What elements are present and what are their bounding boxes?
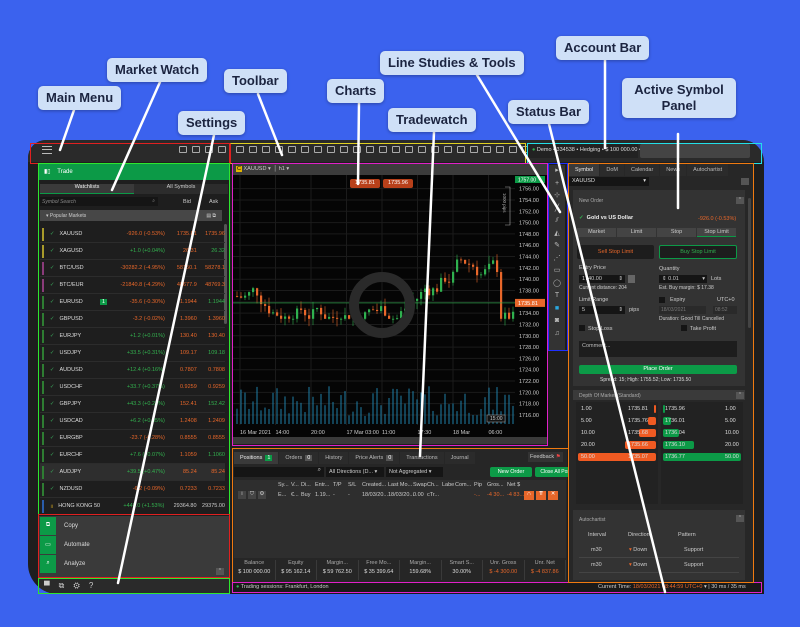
label-tradewatch: Tradewatch (388, 108, 476, 132)
label-main-menu: Main Menu (38, 86, 122, 110)
label-toolbar: Toolbar (224, 69, 287, 93)
label-market-watch: Market Watch (107, 58, 208, 82)
label-line-studies: Line Studies & Tools (380, 51, 524, 75)
label-charts: Charts (327, 79, 385, 103)
label-status-bar: Status Bar (508, 100, 590, 124)
label-settings: Settings (178, 111, 246, 135)
label-account-bar: Account Bar (556, 36, 650, 60)
label-active-symbol-panel: Active Symbol Panel (622, 78, 736, 118)
